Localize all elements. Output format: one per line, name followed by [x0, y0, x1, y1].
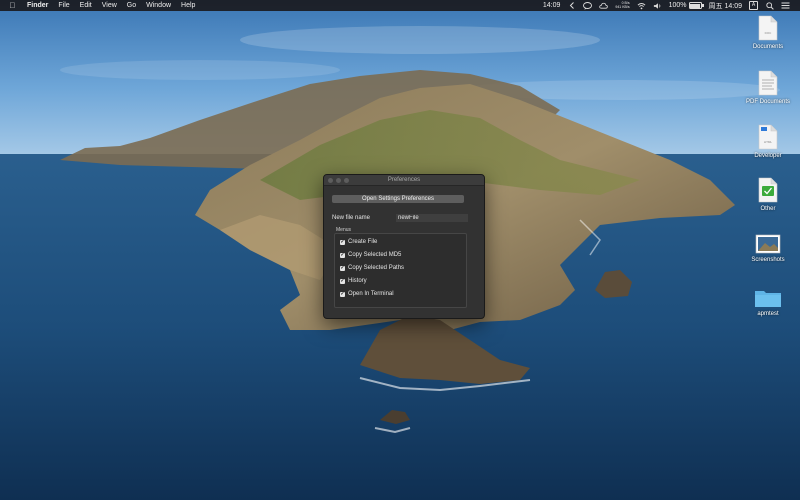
checkbox-checked-icon[interactable]: ✓: [340, 265, 345, 271]
menu-go[interactable]: Go: [127, 2, 136, 9]
zoom-window-button[interactable]: [344, 177, 349, 183]
open-settings-preferences-button[interactable]: Open Settings Preferences: [332, 195, 464, 203]
desktop-icon-label: PDF Documents: [745, 99, 790, 105]
desktop-icon-label: Developer: [754, 153, 782, 159]
user-account-icon[interactable]: A: [749, 1, 758, 10]
html-document-icon: HTML: [758, 124, 778, 150]
menubar-clock-short[interactable]: 14:09: [543, 2, 561, 9]
chat-bubble-icon[interactable]: [583, 1, 593, 10]
desktop-icon-documents[interactable]: DOC Documents: [738, 15, 798, 50]
menu-bar:  Finder File Edit View Go Window Help 1…: [0, 0, 800, 11]
menu-bar-status-area: 14:09 0 B/s 941 KB/s 100% 周五 14:09 A: [536, 0, 790, 11]
option-create-file[interactable]: ✓ Create File: [340, 239, 377, 245]
cloud-icon[interactable]: [599, 2, 609, 10]
desktop-icon-label: Screenshots: [751, 257, 785, 263]
pdf-document-icon: [758, 70, 778, 96]
battery-fill: [690, 3, 701, 8]
network-speed-readout[interactable]: 0 B/s 941 KB/s: [615, 1, 630, 10]
menu-app-name[interactable]: Finder: [27, 2, 48, 9]
checked-document-icon: [758, 177, 778, 203]
option-label: History: [348, 278, 367, 284]
wifi-icon[interactable]: [637, 2, 646, 10]
menu-window[interactable]: Window: [146, 2, 171, 9]
battery-percent: 100%: [668, 2, 687, 9]
new-file-name-label: New file name: [332, 215, 371, 221]
menu-file[interactable]: File: [58, 2, 69, 9]
new-file-name-row: New file name: [332, 213, 476, 223]
menubar-datetime[interactable]: 周五 14:09: [709, 1, 742, 11]
chevron-left-icon[interactable]: [567, 2, 576, 10]
menus-options-group: ✓ Create File ✓ Copy Selected MD5 ✓ Copy…: [334, 233, 467, 308]
desktop-icon-pdf-documents[interactable]: PDF Documents: [738, 70, 798, 105]
search-icon[interactable]: [765, 1, 774, 10]
close-window-button[interactable]: [328, 177, 333, 183]
battery-icon: [688, 2, 704, 9]
menu-view[interactable]: View: [102, 2, 117, 9]
screenshot-image-icon: [755, 234, 781, 254]
desktop-icon-label: apmtest: [757, 311, 779, 317]
svg-text:HTML: HTML: [764, 140, 772, 144]
document-file-icon: DOC: [758, 15, 778, 41]
apple-logo-icon[interactable]: : [8, 1, 17, 10]
svg-text:DOC: DOC: [765, 31, 773, 35]
control-center-icon[interactable]: [781, 2, 790, 10]
option-label: Copy Selected Paths: [348, 265, 405, 271]
desktop-icon-label: Other: [760, 206, 776, 212]
desktop-icon-developer[interactable]: HTML Developer: [738, 124, 798, 159]
window-title: Preferences: [387, 177, 421, 183]
desktop-icon-apmtest[interactable]: apmtest: [738, 288, 798, 317]
menu-edit[interactable]: Edit: [80, 2, 92, 9]
option-copy-selected-md5[interactable]: ✓ Copy Selected MD5: [340, 252, 401, 258]
desktop-icon-label: Documents: [752, 44, 784, 50]
new-file-name-input[interactable]: [396, 214, 468, 222]
checkbox-checked-icon[interactable]: ✓: [340, 278, 345, 284]
option-label: Open In Terminal: [348, 291, 394, 297]
menu-help[interactable]: Help: [181, 2, 195, 9]
desktop-icon-other[interactable]: Other: [738, 177, 798, 212]
window-titlebar[interactable]: Preferences: [324, 175, 484, 186]
network-down-speed: 941 KB/s: [615, 4, 630, 9]
option-label: Copy Selected MD5: [348, 252, 402, 258]
desktop-icon-screenshots[interactable]: Screenshots: [738, 234, 798, 263]
option-copy-selected-paths[interactable]: ✓ Copy Selected Paths: [340, 265, 404, 271]
battery-indicator[interactable]: 100%: [668, 2, 704, 9]
checkbox-checked-icon[interactable]: ✓: [340, 252, 345, 258]
checkbox-checked-icon[interactable]: ✓: [340, 291, 345, 297]
window-controls: [328, 177, 352, 183]
option-label: Create File: [348, 239, 378, 245]
folder-icon: [754, 288, 782, 308]
minimize-window-button[interactable]: [336, 177, 341, 183]
option-history[interactable]: ✓ History: [340, 278, 367, 284]
checkbox-checked-icon[interactable]: ✓: [340, 239, 345, 245]
preferences-window: Preferences Open Settings Preferences Ne…: [323, 174, 485, 319]
option-open-in-terminal[interactable]: ✓ Open In Terminal: [340, 291, 394, 297]
volume-icon[interactable]: [653, 2, 662, 10]
